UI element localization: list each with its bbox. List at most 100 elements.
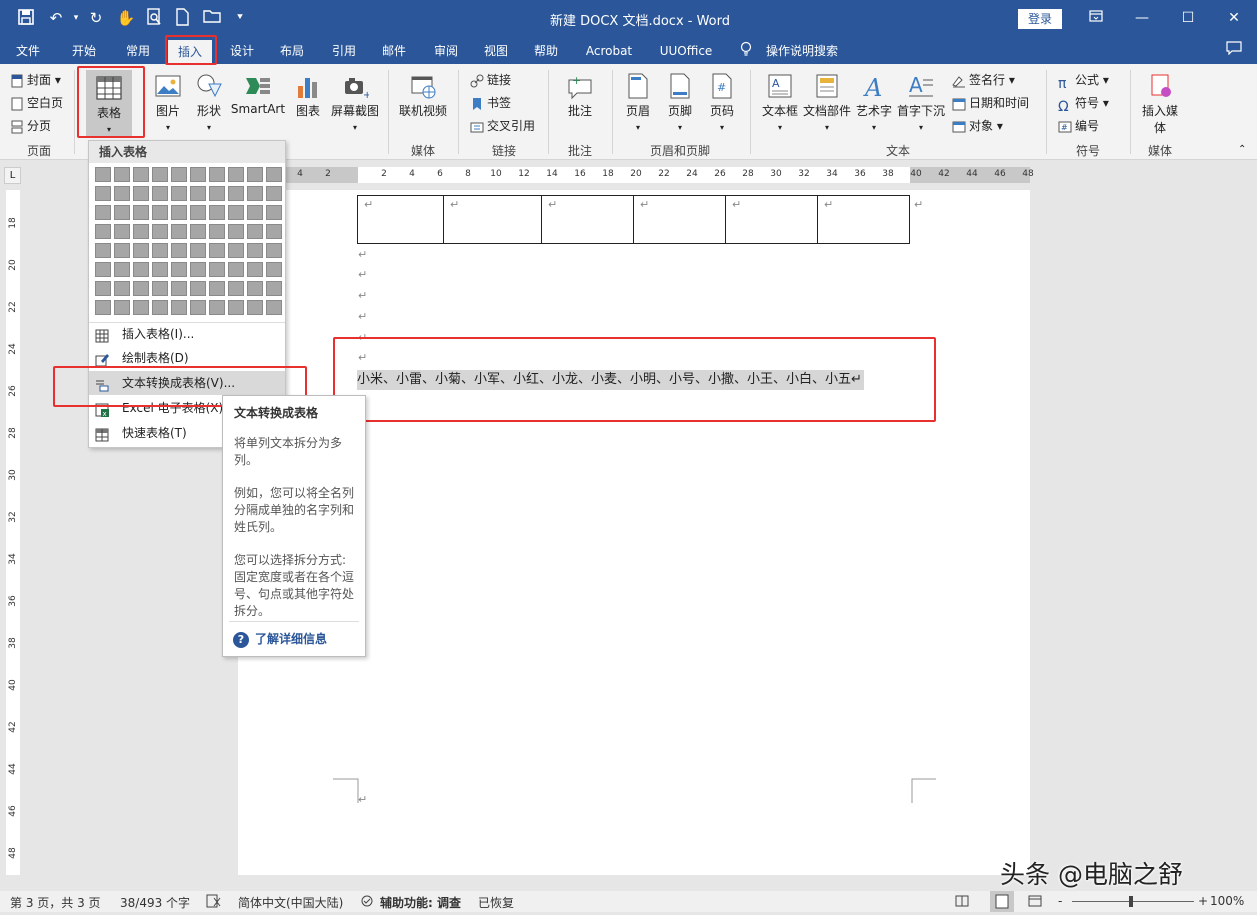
open-icon[interactable] (202, 8, 222, 28)
table-grid-cell[interactable] (209, 262, 225, 277)
table-grid-cell[interactable] (228, 186, 244, 201)
horizontal-ruler[interactable]: 4 2 2 4 6 8 10 12 14 16 18 20 22 24 26 2… (238, 167, 1034, 183)
blank-page-button[interactable]: 空白页 (10, 93, 63, 113)
object-button[interactable]: 对象 ▾ (952, 116, 1003, 136)
table-grid-cell[interactable] (114, 167, 130, 182)
table-grid-cell[interactable] (190, 167, 206, 182)
zoom-slider[interactable] (1072, 901, 1194, 902)
table-grid-cell[interactable] (266, 205, 282, 220)
table-grid-cell[interactable] (266, 167, 282, 182)
table-grid-cell[interactable] (171, 300, 187, 315)
table-grid-cell[interactable] (95, 186, 111, 201)
table-grid-cell[interactable] (171, 262, 187, 277)
table-grid-cell[interactable] (228, 224, 244, 239)
page-break-button[interactable]: 分页 (10, 116, 51, 136)
table-grid-cell[interactable] (133, 243, 149, 258)
smartart-button[interactable]: SmartArt (230, 72, 286, 116)
table-grid-cell[interactable] (95, 300, 111, 315)
table-grid-cell[interactable] (247, 243, 263, 258)
wordart-button[interactable]: A 艺术字 ▾ (854, 72, 894, 133)
shape-button[interactable]: 形状 ▾ (190, 72, 228, 133)
table-grid-cell[interactable] (247, 224, 263, 239)
page-count[interactable]: 第 3 页，共 3 页 (10, 894, 101, 911)
table-grid-cell[interactable] (152, 243, 168, 258)
table-grid-cell[interactable] (95, 167, 111, 182)
table-grid-cell[interactable] (152, 205, 168, 220)
zoom-out-button[interactable]: - (1058, 894, 1062, 908)
table-grid-cell[interactable] (114, 300, 130, 315)
table-grid-cell[interactable] (228, 262, 244, 277)
zoom-level[interactable]: 100% (1210, 894, 1244, 908)
table-grid-cell[interactable] (95, 281, 111, 296)
table-grid-cell[interactable] (133, 167, 149, 182)
table-grid-cell[interactable] (247, 281, 263, 296)
table-grid-cell[interactable] (171, 281, 187, 296)
accessibility-icon[interactable] (360, 894, 376, 911)
table-grid-cell[interactable] (228, 167, 244, 182)
table-grid-cell[interactable] (266, 186, 282, 201)
ribbon-display-icon[interactable] (1076, 6, 1116, 30)
screenshot-button[interactable]: + 屏幕截图 ▾ (328, 72, 382, 133)
table-grid-cell[interactable] (266, 300, 282, 315)
table-grid-cell[interactable] (266, 281, 282, 296)
table-grid-cell[interactable] (266, 224, 282, 239)
new-doc-icon[interactable] (172, 8, 192, 28)
table-grid-cell[interactable] (133, 224, 149, 239)
table-grid-cell[interactable] (247, 300, 263, 315)
table-grid-cell[interactable] (209, 186, 225, 201)
table-grid-cell[interactable] (171, 205, 187, 220)
table-grid-cell[interactable] (266, 262, 282, 277)
tell-me-search[interactable]: 操作说明搜索 (762, 41, 842, 61)
menu-layout[interactable]: 布局 (274, 41, 310, 61)
menu-help[interactable]: 帮助 (528, 41, 564, 61)
bookmark-button[interactable]: 书签 (470, 93, 511, 113)
table-grid-cell[interactable] (228, 205, 244, 220)
tab-stop-selector[interactable]: L (4, 167, 21, 184)
table-grid-cell[interactable] (171, 167, 187, 182)
table-grid-cell[interactable] (95, 243, 111, 258)
table-grid-cell[interactable] (190, 205, 206, 220)
table-grid-cell[interactable] (114, 186, 130, 201)
table-grid-cell[interactable] (152, 224, 168, 239)
link-button[interactable]: 链接 (470, 70, 511, 90)
menu-acrobat[interactable]: Acrobat (580, 41, 638, 61)
table-grid-cell[interactable] (209, 281, 225, 296)
table-grid-cell[interactable] (152, 167, 168, 182)
equation-button[interactable]: π 公式 ▾ (1058, 70, 1109, 92)
table-grid-cell[interactable] (190, 281, 206, 296)
table-grid-cell[interactable] (247, 186, 263, 201)
date-time-button[interactable]: 日期和时间 (952, 93, 1029, 113)
zoom-in-button[interactable]: + (1198, 894, 1208, 908)
table-grid-cell[interactable] (152, 300, 168, 315)
menu-design[interactable]: 设计 (224, 41, 260, 61)
table-grid-cell[interactable] (114, 281, 130, 296)
table-grid-cell[interactable] (247, 167, 263, 182)
table-grid-cell[interactable] (133, 281, 149, 296)
login-button[interactable]: 登录 (1018, 9, 1062, 29)
table-grid-cell[interactable] (114, 205, 130, 220)
vertical-ruler[interactable]: 18 20 22 24 26 28 30 32 34 36 38 40 42 4… (6, 190, 20, 875)
cover-page-button[interactable]: 封面 ▾ (10, 70, 61, 90)
table-grid-cell[interactable] (266, 243, 282, 258)
word-count[interactable]: 38/493 个字 (120, 894, 190, 911)
table-grid-cell[interactable] (209, 224, 225, 239)
chart-button[interactable]: 图表 (290, 72, 326, 119)
table-grid-cell[interactable] (133, 186, 149, 201)
print-preview-icon[interactable] (144, 8, 164, 28)
table-grid-cell[interactable] (152, 186, 168, 201)
minimize-icon[interactable]: — (1122, 6, 1162, 30)
table-grid-cell[interactable] (190, 243, 206, 258)
table-grid-cell[interactable] (95, 224, 111, 239)
learn-more-link[interactable]: ? 了解详细信息 (233, 630, 327, 648)
collapse-ribbon-icon[interactable]: ⌃ (1238, 140, 1246, 160)
table-grid-cell[interactable] (114, 243, 130, 258)
textbox-button[interactable]: A 文本框 ▾ (758, 72, 802, 133)
web-layout-icon[interactable] (1028, 894, 1042, 911)
cross-reference-button[interactable]: 交叉引用 (470, 116, 535, 136)
menu-uuoffice[interactable]: UUOffice (654, 41, 718, 61)
table-grid-cell[interactable] (209, 205, 225, 220)
redo-icon[interactable]: ↻ (86, 8, 106, 28)
close-icon[interactable]: ✕ (1214, 6, 1254, 30)
menu-review[interactable]: 审阅 (428, 41, 464, 61)
accessibility-status[interactable]: 辅助功能: 调查 (380, 894, 461, 911)
